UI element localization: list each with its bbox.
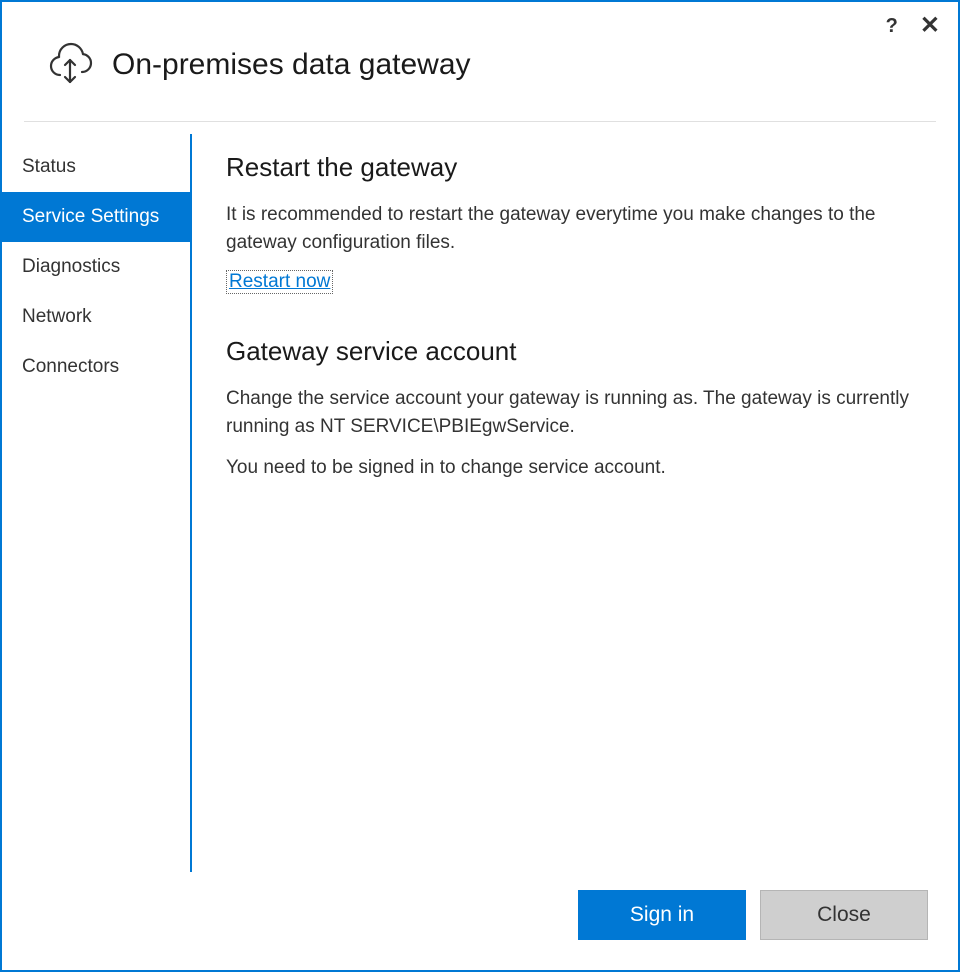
help-icon[interactable]: ? <box>886 15 898 38</box>
sidebar-item-connectors[interactable]: Connectors <box>2 342 190 392</box>
sign-in-button[interactable]: Sign in <box>578 890 746 940</box>
close-icon[interactable]: ✕ <box>920 14 940 38</box>
account-signin-note: You need to be signed in to change servi… <box>226 454 918 482</box>
sidebar: Status Service Settings Diagnostics Netw… <box>2 134 192 872</box>
restart-description: It is recommended to restart the gateway… <box>226 201 918 256</box>
sidebar-item-diagnostics[interactable]: Diagnostics <box>2 242 190 292</box>
main-content: Restart the gateway It is recommended to… <box>192 134 958 872</box>
app-header: On-premises data gateway <box>2 2 958 121</box>
sidebar-item-network[interactable]: Network <box>2 292 190 342</box>
restart-now-link[interactable]: Restart now <box>226 270 333 294</box>
close-button[interactable]: Close <box>760 890 928 940</box>
gateway-cloud-icon <box>46 38 112 91</box>
footer-actions: Sign in Close <box>578 890 928 940</box>
restart-heading: Restart the gateway <box>226 152 918 183</box>
sidebar-item-status[interactable]: Status <box>2 142 190 192</box>
sidebar-item-service-settings[interactable]: Service Settings <box>2 192 190 242</box>
app-title: On-premises data gateway <box>112 48 471 82</box>
account-heading: Gateway service account <box>226 336 918 367</box>
account-description: Change the service account your gateway … <box>226 385 918 440</box>
